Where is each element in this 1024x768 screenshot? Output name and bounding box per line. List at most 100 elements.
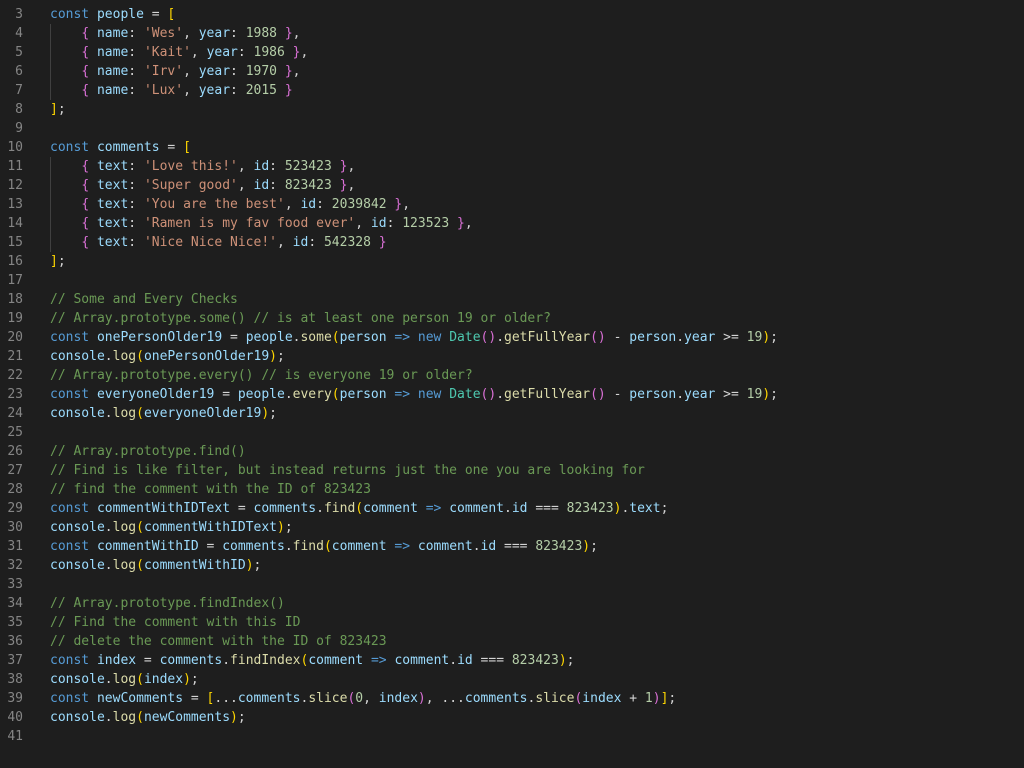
code-line[interactable]: 17 [0,271,1024,290]
code-line[interactable]: 28 // find the comment with the ID of 823… [0,480,1024,499]
code-token: ( [136,710,144,725]
code-token: : [128,235,144,250]
code-line[interactable]: 5 { name: 'Kait', year: 1986 }, [0,43,1024,62]
code-line[interactable]: 12 { text: 'Super good', id: 823423 }, [0,176,1024,195]
code-line[interactable]: 6 { name: 'Irv', year: 1970 }, [0,62,1024,81]
code-token: console [50,520,105,535]
code-token: ; [269,406,277,421]
code-token: index [378,691,418,706]
code-line[interactable]: 4 { name: 'Wes', year: 1988 }, [0,24,1024,43]
code-line[interactable]: 8]; [0,100,1024,119]
code-line[interactable]: 37 const index = comments.findIndex(comme… [0,651,1024,670]
code-token: 1988 [245,26,278,41]
code-text: const onePersonOlder19 = people.some(per… [50,328,778,347]
code-token: . [496,330,505,345]
code-line[interactable]: 18 // Some and Every Checks [0,290,1024,309]
code-token: commentWithIDText [143,520,277,535]
code-line[interactable]: 36 // delete the comment with the ID of 8… [0,632,1024,651]
code-token: = [159,140,184,155]
code-text: // Find the comment with this ID [50,613,300,632]
code-line[interactable]: 35 // Find the comment with this ID [0,613,1024,632]
code-token: comments [159,653,223,668]
code-line[interactable]: 22 // Array.prototype.every() // is every… [0,366,1024,385]
code-line[interactable]: 7 { name: 'Lux', year: 2015 } [0,81,1024,100]
line-number: 30 [7,520,23,535]
code-line[interactable]: 32 console.log(commentWithID); [0,556,1024,575]
code-token: people [96,7,144,22]
code-line[interactable]: 23 const everyoneOlder19 = people.every(p… [0,385,1024,404]
line-number: 22 [7,368,23,383]
code-text: { name: 'Kait', year: 1986 }, [50,43,308,62]
code-token: } [292,45,301,60]
code-token: : [128,159,144,174]
code-line[interactable]: 33 [0,575,1024,594]
code-text: { text: 'Super good', id: 823423 }, [50,176,355,195]
line-number: 10 [7,140,23,155]
code-line[interactable]: 19 // Array.prototype.some() // is at lea… [0,309,1024,328]
code-line[interactable]: 31 const commentWithID = comments.find(co… [0,537,1024,556]
code-line[interactable]: 24 console.log(everyoneOlder19); [0,404,1024,423]
code-line[interactable]: 26 // Array.prototype.find() [0,442,1024,461]
line-number: 7 [15,83,23,98]
code-text: const commentWithID = comments.find(comm… [50,537,598,556]
code-token: } [284,26,293,41]
code-line[interactable]: 9 [0,119,1024,138]
code-line[interactable]: 3 const people = [ [0,5,1024,24]
code-line[interactable]: 21 console.log(onePersonOlder19); [0,347,1024,366]
code-token: = [198,539,223,554]
code-line[interactable]: 40 console.log(newComments); [0,708,1024,727]
code-token: ( [136,349,144,364]
code-token: const [50,330,90,345]
code-line[interactable]: 30 console.log(commentWithIDText); [0,518,1024,537]
code-text: console.log(index); [50,670,199,689]
code-token: ] [50,102,58,117]
code-token: - [605,330,630,345]
code-line[interactable]: 11 { text: 'Love this!', id: 523423 }, [0,157,1024,176]
code-token: 542328 [323,235,371,250]
code-text: console.log(everyoneOlder19); [50,404,277,423]
code-line[interactable]: 15 { text: 'Nice Nice Nice!', id: 542328… [0,233,1024,252]
code-token: log [112,349,137,364]
code-token: ) [261,406,270,421]
code-token: () [480,330,497,345]
line-number: 6 [15,64,23,79]
code-editor[interactable]: 3 const people = [4 { name: 'Wes', year: … [0,0,1024,768]
code-token: - [605,387,630,402]
code-token: , [237,159,254,174]
code-text: const everyoneOlder19 = people.every(per… [50,385,778,404]
code-token: comment [308,653,364,668]
code-token: text [96,159,129,174]
code-token: name [96,64,129,79]
code-token: comments [96,140,160,155]
code-token: . [676,387,685,402]
code-line[interactable]: 16]; [0,252,1024,271]
code-line[interactable]: 39 const newComments = [...comments.slice… [0,689,1024,708]
code-line[interactable]: 20 const onePersonOlder19 = people.some(p… [0,328,1024,347]
code-line[interactable]: 29 const commentWithIDText = comments.fin… [0,499,1024,518]
code-text: const comments = [ [50,138,191,157]
line-number: 25 [7,425,23,440]
code-token: 1 [644,691,653,706]
code-line[interactable]: 34 // Array.prototype.findIndex() [0,594,1024,613]
code-text: const newComments = [...comments.slice(0… [50,689,676,708]
code-token: const [50,539,90,554]
code-line[interactable]: 14 { text: 'Ramen is my fav food ever', … [0,214,1024,233]
code-token: people [237,387,285,402]
code-token: , [464,216,473,231]
line-number: 37 [7,653,23,668]
code-line[interactable]: 38 console.log(index); [0,670,1024,689]
code-token: ; [566,653,575,668]
code-token: log [112,558,137,573]
code-line[interactable]: 41 [0,727,1024,746]
code-line[interactable]: 13 { text: 'You are the best', id: 20398… [0,195,1024,214]
code-line[interactable]: 10 const comments = [ [0,138,1024,157]
line-number: 40 [7,710,23,725]
code-line[interactable]: 25 [0,423,1024,442]
code-line[interactable]: 27 // Find is like filter, but instead re… [0,461,1024,480]
line-number: 24 [7,406,23,421]
